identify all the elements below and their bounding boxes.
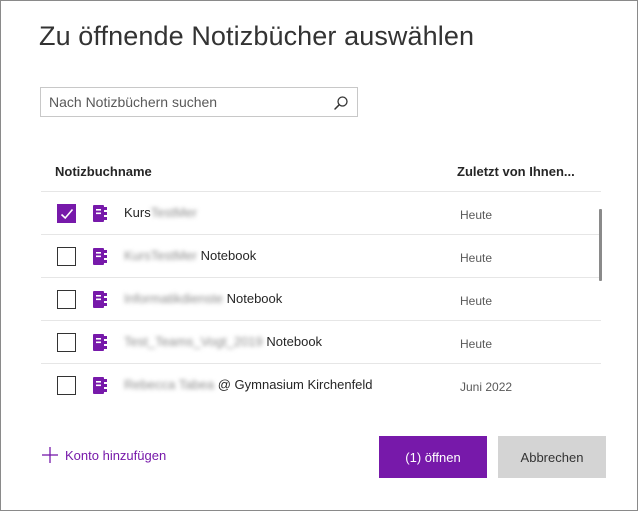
plus-icon (42, 447, 58, 463)
notebook-name: KursTestMer Notebook (124, 248, 256, 263)
notebook-name-redacted: KursTestMer (124, 248, 197, 263)
notebook-row[interactable]: Informatikdienste Notebook Heute (41, 278, 601, 321)
add-account-link[interactable]: Konto hinzufügen (41, 446, 166, 464)
last-modified: Juni 2022 (460, 380, 513, 394)
search-input[interactable] (41, 88, 331, 116)
notebook-checkbox[interactable] (57, 290, 76, 309)
notebook-name-suffix: Notebook (262, 334, 323, 349)
notebook-row[interactable]: Rebecca Tabea @ Gymnasium Kirchenfeld Ju… (41, 364, 601, 406)
notebook-name: Test_Teams_Vogt_2019 Notebook (124, 334, 322, 349)
notebook-icon (93, 205, 107, 222)
notebook-checkbox[interactable] (57, 247, 76, 266)
notebook-name: Informatikdienste Notebook (124, 291, 282, 306)
notebook-name-suffix: @ Gymnasium Kirchenfeld (214, 377, 373, 392)
notebook-row[interactable]: KursTestMer Notebook Heute (41, 235, 601, 278)
notebook-name-redacted: Rebecca Tabea (124, 377, 215, 392)
notebook-name-redacted: Informatikdienste (124, 291, 223, 306)
notebook-name: Rebecca Tabea @ Gymnasium Kirchenfeld (124, 377, 373, 392)
notebook-icon (93, 291, 107, 308)
notebook-name-suffix: Notebook (223, 291, 283, 306)
notebook-icon (93, 377, 107, 394)
notebook-name-redacted: TestMer (150, 205, 197, 220)
notebook-checkbox[interactable] (57, 204, 76, 223)
last-modified: Heute (460, 294, 493, 308)
notebook-checkbox[interactable] (57, 376, 76, 395)
notebook-name: KursTestMer (124, 205, 197, 220)
column-header-last-modified[interactable]: Zuletzt von Ihnen... (457, 164, 575, 179)
notebook-icon (93, 334, 107, 351)
notebook-checkbox[interactable] (57, 333, 76, 352)
last-modified: Heute (460, 337, 493, 351)
notebook-name-suffix: Notebook (196, 248, 257, 263)
notebook-list: KursTestMer Heute KursTestMer Notebook H… (41, 192, 601, 406)
add-account-label[interactable]: Konto hinzufügen (65, 448, 166, 463)
column-header-name[interactable]: Notizbuchname (55, 164, 152, 179)
open-notebooks-dialog: Zu öffnende Notizbücher auswählen Notizb… (0, 0, 638, 511)
last-modified: Heute (460, 208, 493, 222)
dialog-title: Zu öffnende Notizbücher auswählen (39, 21, 475, 51)
notebook-row[interactable]: Test_Teams_Vogt_2019 Notebook Heute (41, 321, 601, 364)
cancel-button[interactable]: Abbrechen (498, 436, 606, 478)
notebook-name-redacted: Test_Teams_Vogt_2019 (124, 334, 263, 349)
notebook-icon (93, 248, 107, 265)
notebook-row[interactable]: KursTestMer Heute (41, 192, 601, 235)
last-modified: Heute (460, 251, 493, 265)
checkmark-icon (60, 208, 74, 220)
search-icon[interactable] (333, 95, 349, 111)
search-box[interactable] (40, 87, 358, 117)
open-button[interactable]: (1) öffnen (379, 436, 487, 478)
list-scrollbar[interactable] (599, 209, 602, 281)
notebook-name-prefix: Kurs (124, 205, 151, 220)
